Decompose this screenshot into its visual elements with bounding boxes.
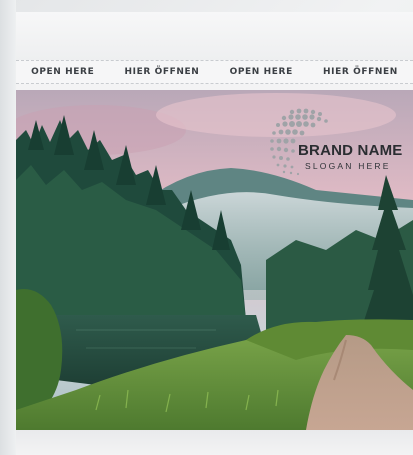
package-top-seal (16, 12, 413, 60)
hier-oeffnen-label: HIER ÖFFNEN (124, 67, 200, 77)
package-side-edge (0, 0, 16, 455)
hier-oeffnen-label: HIER ÖFFNEN (323, 67, 398, 77)
brand-slogan: SLOGAN HERE (305, 161, 391, 171)
package-bottom-seal (16, 430, 413, 455)
package-front: OPEN HERE HIER ÖFFNEN OPEN HERE HIER ÖFF… (16, 12, 413, 455)
brand-name: BRAND NAME (298, 142, 403, 159)
tear-strip[interactable]: OPEN HERE HIER ÖFFNEN OPEN HERE HIER ÖFF… (16, 60, 413, 84)
brand-block: BRAND NAME SLOGAN HERE (262, 100, 412, 184)
open-here-label: OPEN HERE (31, 67, 95, 77)
open-here-label: OPEN HERE (229, 67, 293, 77)
landscape-photo: BRAND NAME SLOGAN HERE (16, 90, 413, 430)
